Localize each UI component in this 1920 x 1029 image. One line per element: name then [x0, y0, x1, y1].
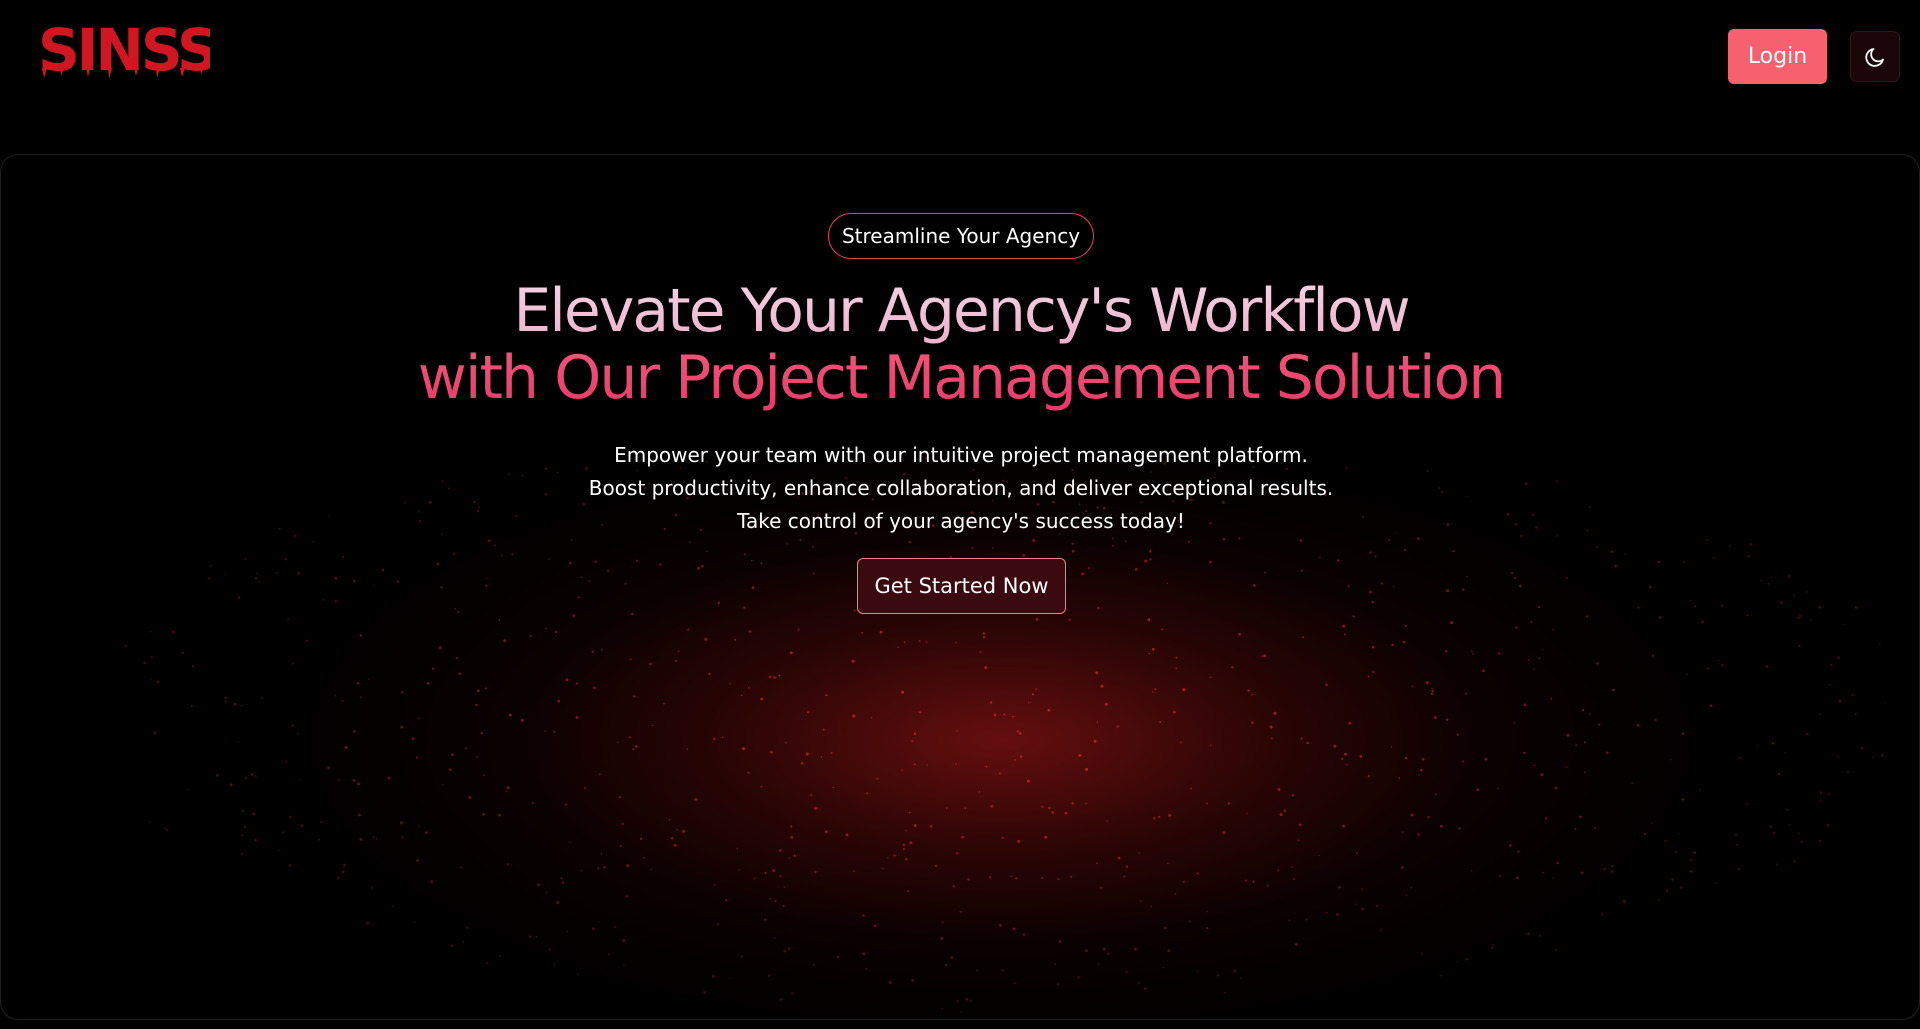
hero-section: Streamline Your Agency Elevate Your Agen… — [0, 154, 1920, 1020]
top-navbar: SINSS Login — [0, 0, 1920, 115]
theme-toggle-button[interactable] — [1850, 31, 1900, 82]
hero-headline: Elevate Your Agency's Workflow with Our … — [1, 277, 1919, 411]
description-line: Take control of your agency's success to… — [737, 509, 1185, 533]
svg-text:SINSS: SINSS — [38, 20, 210, 80]
sinss-logo[interactable]: SINSS — [38, 16, 219, 84]
headline-line-2: with Our Project Management Solution — [1, 345, 1919, 411]
get-started-button[interactable]: Get Started Now — [857, 558, 1066, 614]
tagline-badge: Streamline Your Agency — [828, 213, 1094, 259]
description-line: Boost productivity, enhance collaboratio… — [588, 476, 1334, 500]
login-button[interactable]: Login — [1728, 29, 1827, 84]
headline-line-1: Elevate Your Agency's Workflow — [1, 277, 1919, 345]
description-line: Empower your team with our intuitive pro… — [614, 443, 1308, 467]
logo-graphic: SINSS — [38, 16, 219, 84]
hero-description: Empower your team with our intuitive pro… — [1, 439, 1919, 538]
moon-icon — [1865, 47, 1884, 67]
